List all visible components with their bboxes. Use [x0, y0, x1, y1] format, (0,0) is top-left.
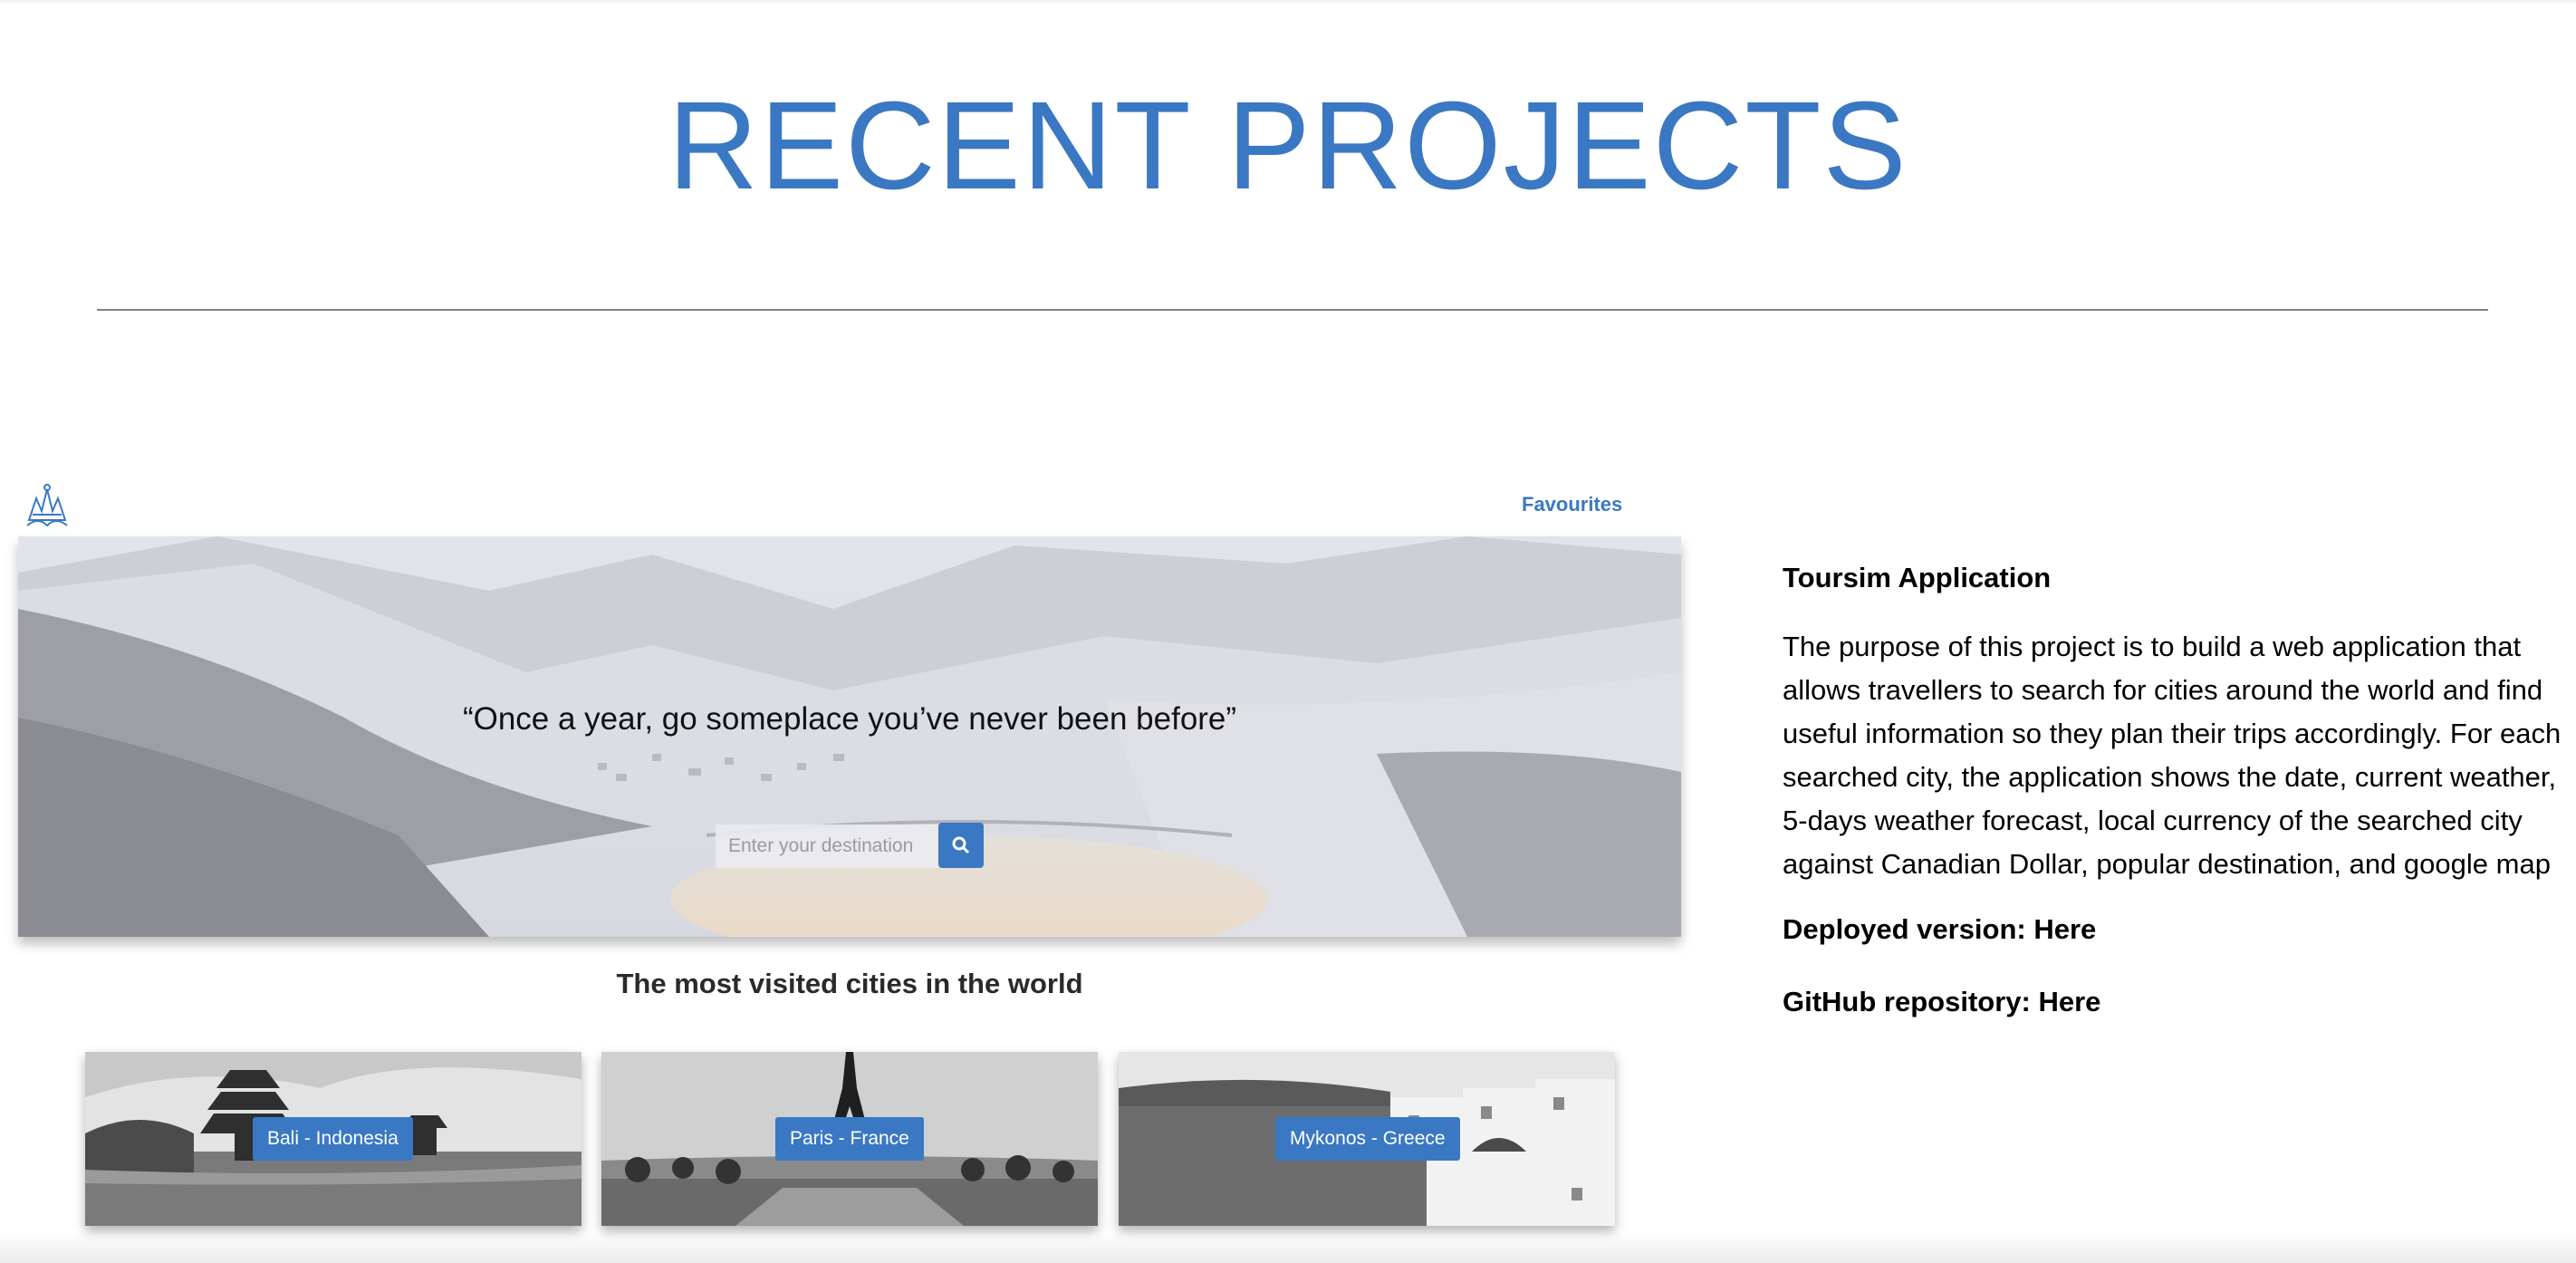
destination-search-input[interactable]: [716, 824, 940, 868]
github-repository-link[interactable]: Here: [2038, 986, 2100, 1017]
hero-banner: “Once a year, go someplace you’ve never …: [18, 536, 1681, 937]
city-label-bali[interactable]: Bali - Indonesia: [253, 1117, 413, 1161]
search-button[interactable]: [938, 823, 984, 868]
project-summary: The purpose of this project is to build …: [1783, 631, 2562, 880]
project-description: Toursim Application The purpose of this …: [1783, 562, 2562, 1058]
search-icon: [952, 836, 970, 854]
bottom-fade: [0, 1232, 2576, 1263]
project-preview: Favourites “Once a year, go someplace yo…: [18, 471, 1681, 1263]
most-visited-heading: The most visited cities in the world: [616, 968, 1083, 999]
github-repository-label: GitHub repository:: [1783, 986, 2039, 1017]
deployed-version-row: Deployed version: Here: [1783, 913, 2562, 946]
city-label-mykonos[interactable]: Mykonos - Greece: [1275, 1117, 1460, 1161]
hero-quote: “Once a year, go someplace you’ve never …: [462, 701, 1237, 737]
city-card-paris[interactable]: Paris - France: [601, 1052, 1098, 1226]
project-title: Toursim Application: [1783, 562, 2052, 593]
city-card-mykonos[interactable]: Mykonos - Greece: [1119, 1052, 1615, 1226]
city-card-bali[interactable]: Bali - Indonesia: [85, 1052, 582, 1226]
logo-icon[interactable]: [20, 480, 72, 533]
section-divider: [97, 309, 2488, 311]
city-label-paris[interactable]: Paris - France: [775, 1117, 924, 1161]
page-title: RECENT PROJECTS: [668, 76, 1908, 216]
deployed-version-link[interactable]: Here: [2033, 913, 2096, 945]
top-edge-shadow: [0, 0, 2576, 5]
github-repository-row: GitHub repository: Here: [1783, 986, 2562, 1018]
favourites-link[interactable]: Favourites: [1522, 493, 1622, 516]
deployed-version-label: Deployed version:: [1783, 913, 2034, 945]
